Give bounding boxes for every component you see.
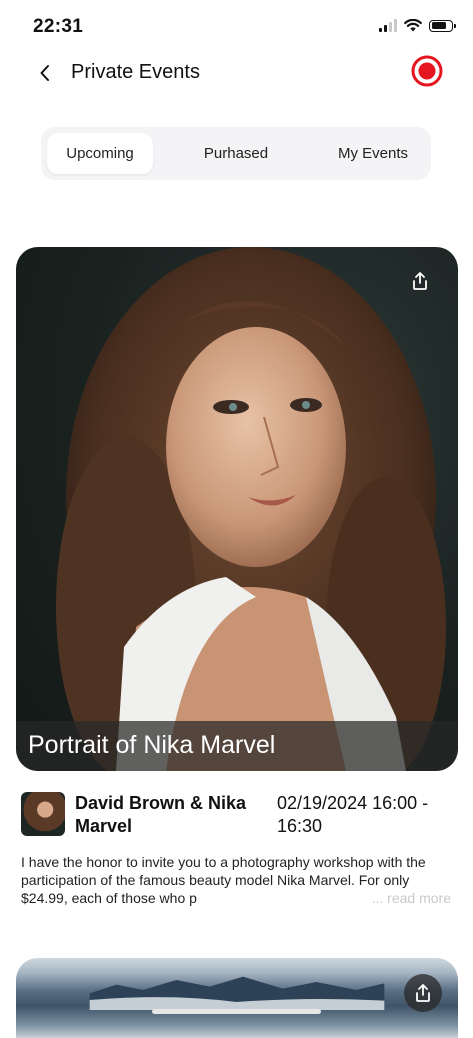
chevron-left-icon: [40, 65, 49, 81]
share-button[interactable]: [404, 265, 436, 297]
tab-my-events[interactable]: My Events: [323, 133, 423, 174]
cellular-signal-icon: [379, 19, 397, 32]
read-more-link[interactable]: ... read more: [333, 889, 451, 907]
event-tabs: Upcoming Purhased My Events: [41, 127, 431, 180]
next-event-share-button[interactable]: [404, 974, 442, 1012]
record-icon: [411, 55, 443, 87]
host-avatar[interactable]: [21, 792, 65, 836]
battery-icon: [429, 19, 456, 32]
event-title: Portrait of Nika Marvel: [28, 731, 276, 759]
status-time: 22:31: [33, 16, 84, 37]
home-indicator: [152, 1009, 321, 1014]
event-cover-image: [56, 247, 446, 771]
event-date: 02/19/2024 16:00 - 16:30: [277, 793, 429, 836]
share-icon: [416, 984, 430, 1002]
event-description: I have the honor to invite you to a phot…: [21, 853, 451, 907]
host-name[interactable]: David Brown & Nika Marvel: [75, 792, 265, 838]
event-card[interactable]: Portrait of Nika Marvel: [16, 247, 458, 771]
wifi-icon: [404, 19, 422, 32]
nav-bar: Private Events: [0, 52, 473, 92]
status-bar: 22:31: [0, 0, 473, 56]
status-icons: [379, 19, 456, 32]
share-icon: [413, 272, 427, 290]
card-title-bar: Portrait of Nika Marvel: [16, 721, 458, 771]
next-event-card[interactable]: [16, 958, 458, 1038]
record-button[interactable]: [410, 54, 444, 88]
event-info-row: David Brown & Nika Marvel 02/19/2024 16:…: [21, 790, 461, 840]
back-button[interactable]: [30, 58, 60, 88]
tab-upcoming[interactable]: Upcoming: [47, 133, 153, 174]
next-event-cover-image: [89, 976, 385, 1010]
page-title: Private Events: [71, 61, 200, 83]
tab-purchased[interactable]: Purhased: [181, 133, 291, 174]
